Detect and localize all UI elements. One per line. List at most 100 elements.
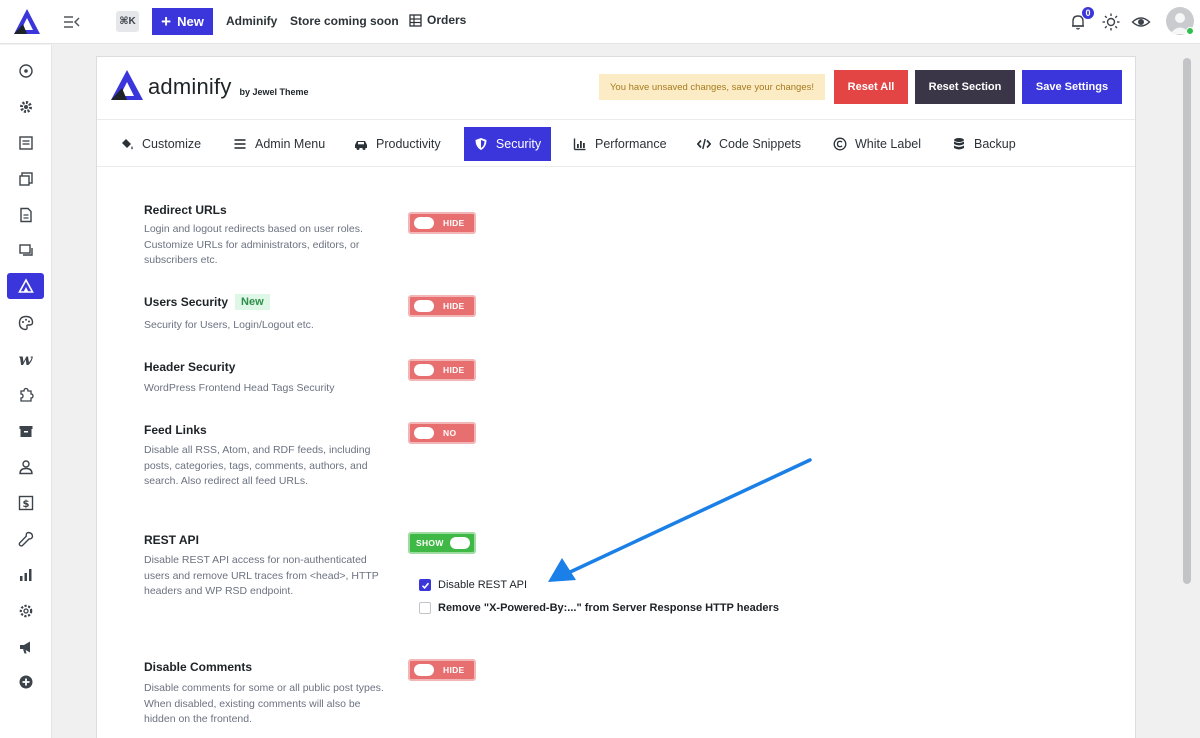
remove-x-powered-by-checkbox[interactable] [419, 602, 431, 614]
tab-label: Backup [974, 137, 1016, 151]
menu-lines-icon [234, 139, 246, 149]
tab-label: White Label [855, 137, 922, 151]
sidebar-item-payments[interactable]: $ [7, 490, 44, 516]
tab-white-label[interactable]: White Label [833, 127, 921, 161]
command-k-button[interactable]: ⌘K [116, 11, 139, 32]
plus-icon: + [161, 12, 172, 31]
sidebar-item-analytics[interactable] [7, 562, 44, 588]
reset-section-button[interactable]: Reset Section [915, 70, 1015, 104]
sidebar-item-media[interactable] [7, 166, 44, 192]
eye-icon[interactable] [1131, 12, 1151, 32]
sidebar-item-comments[interactable] [7, 238, 44, 264]
setting-desc-redirect-urls: Login and logout redirects based on user… [144, 223, 363, 266]
reset-all-button[interactable]: Reset All [834, 70, 908, 104]
woocommerce-w-icon: w [18, 349, 33, 369]
sidebar-item-settings[interactable] [7, 94, 44, 120]
shield-icon [475, 138, 487, 150]
tab-admin-menu[interactable]: Admin Menu [233, 127, 325, 161]
toggle-knob [414, 300, 434, 312]
setting-title-text: Header Security [144, 360, 236, 374]
sidebar-item-appearance[interactable] [7, 310, 44, 336]
adminify-logo-icon[interactable] [12, 7, 42, 37]
disable-rest-api-checkbox[interactable] [419, 579, 431, 591]
tab-code-snippets[interactable]: Code Snippets [697, 127, 801, 161]
setting-title-redirect-urls: Redirect URLs [144, 203, 227, 217]
tab-backup[interactable]: Backup [952, 127, 1016, 161]
adminify-link[interactable]: Adminify [226, 14, 277, 28]
copyright-icon [833, 137, 847, 151]
disable-comments-toggle[interactable]: HIDE [408, 659, 476, 681]
puzzle-icon [19, 387, 34, 402]
unsaved-changes-notice: You have unsaved changes, save your chan… [599, 74, 825, 100]
tab-label: Code Snippets [719, 137, 802, 151]
sun-icon[interactable] [1101, 12, 1121, 32]
setting-title-text: Feed Links [144, 423, 207, 437]
new-badge: New [235, 294, 270, 310]
dashboard-gauge-icon [18, 64, 33, 78]
setting-title-rest-api: REST API [144, 533, 199, 547]
header-security-toggle[interactable]: HIDE [408, 359, 476, 381]
rest-api-toggle[interactable]: SHOW [408, 532, 476, 554]
save-settings-button[interactable]: Save Settings [1022, 70, 1122, 104]
setting-title-text: Redirect URLs [144, 203, 227, 217]
sidebar-item-marketing[interactable] [7, 634, 44, 660]
disable-rest-api-option[interactable]: Disable REST API [419, 579, 527, 591]
toggle-label: HIDE [443, 301, 465, 311]
brand: adminify by Jewel Theme [110, 69, 309, 101]
disable-rest-api-label: Disable REST API [438, 579, 528, 591]
adminify-brand-logo-icon [111, 70, 143, 100]
adminify-logo-icon [17, 278, 34, 293]
users-icon [18, 460, 33, 475]
users-security-toggle[interactable]: HIDE [408, 295, 476, 317]
orders-grid-icon [409, 13, 422, 27]
tab-customize[interactable]: Customize [120, 127, 201, 161]
setting-title-text: REST API [144, 533, 199, 547]
sidebar-item-adminify[interactable] [7, 273, 44, 299]
feed-links-toggle[interactable]: NO [408, 422, 476, 444]
toggle-knob [414, 664, 434, 676]
notification-count-badge: 0 [1081, 6, 1095, 20]
tab-label: Performance [595, 137, 667, 151]
sidebar-item-pages[interactable] [7, 202, 44, 228]
settings-tabs: Customize Admin Menu Productivity Securi… [97, 119, 1135, 167]
online-status-dot [1186, 27, 1194, 35]
toggle-knob [414, 364, 434, 376]
tab-label: Security [495, 137, 542, 151]
setting-title-disable-comments: Disable Comments [144, 660, 252, 674]
checkmark-icon [421, 582, 429, 589]
wrench-icon [18, 531, 33, 547]
new-button[interactable]: + New [152, 8, 213, 35]
sidebar-item-add-new[interactable] [7, 669, 44, 695]
bar-chart-icon [19, 569, 31, 581]
sidebar-item-users[interactable] [7, 454, 44, 480]
sidebar-item-plugins[interactable] [7, 382, 44, 408]
remove-x-powered-by-option[interactable]: Remove "X-Powered-By:..." from Server Re… [419, 602, 779, 614]
sidebar-item-dashboard[interactable] [7, 58, 44, 84]
page-scrollbar-thumb[interactable] [1183, 58, 1191, 584]
palette-icon [18, 315, 33, 331]
page-icon [19, 207, 32, 223]
bar-chart-icon [573, 138, 586, 151]
tab-security[interactable]: Security [464, 127, 551, 161]
toggle-label: NO [443, 428, 457, 438]
setting-desc-users-security: Security for Users, Login/Logout etc. [144, 319, 314, 331]
sidebar-item-tools[interactable] [7, 526, 44, 552]
code-icon [697, 138, 711, 150]
setting-title-header-security: Header Security [144, 360, 235, 374]
sidebar-item-archive[interactable] [7, 418, 44, 444]
tab-performance[interactable]: Performance [573, 127, 667, 161]
setting-title-feed-links: Feed Links [144, 423, 207, 437]
collapse-menu-icon[interactable] [62, 12, 82, 32]
dollar-icon: $ [18, 495, 33, 511]
toggle-knob [450, 537, 470, 549]
store-coming-soon-link[interactable]: Store coming soon [290, 14, 399, 28]
sidebar-item-woocommerce[interactable]: w [7, 346, 44, 372]
orders-link[interactable]: Orders [409, 13, 466, 27]
redirect-urls-toggle[interactable]: HIDE [408, 212, 476, 234]
toggle-knob [414, 427, 434, 439]
orders-label: Orders [427, 13, 467, 27]
tab-productivity[interactable]: Productivity [354, 127, 441, 161]
sidebar-item-posts[interactable] [7, 130, 44, 156]
car-icon [355, 141, 367, 150]
sidebar-item-general-settings[interactable] [7, 598, 44, 624]
